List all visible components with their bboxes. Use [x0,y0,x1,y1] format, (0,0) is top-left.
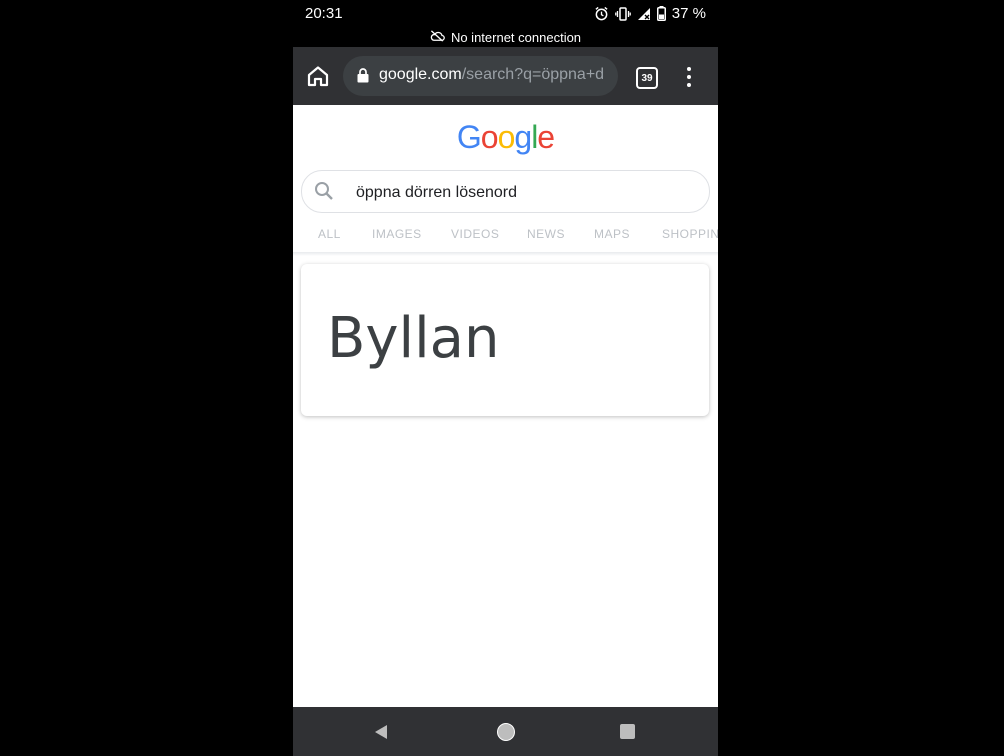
answer-text: Byllan [327,306,500,371]
tabs-divider [293,252,718,256]
connection-notice-text: No internet connection [450,30,582,45]
tab-videos[interactable]: VIDEOS [451,227,499,241]
answer-card: Byllan [301,264,709,416]
google-logo-letter: G [456,119,482,155]
status-time: 20:31 [305,5,343,22]
tab-maps[interactable]: MAPS [594,227,630,241]
status-icons: 37 % [594,5,706,22]
google-logo-letter: e [537,119,555,155]
alarm-icon [594,6,609,21]
system-nav-bar [293,707,718,756]
address-bar[interactable]: google.com/search?q=öppna+d [343,56,618,96]
lock-icon [357,68,369,88]
tab-shopping[interactable]: SHOPPING [662,227,718,241]
web-page: Google ALL IMAGES VIDEOS NEWS MAPS SHOPP… [293,105,718,707]
tab-images[interactable]: IMAGES [372,227,422,241]
tab-all[interactable]: ALL [318,227,341,241]
url-text: google.com/search?q=öppna+d [379,66,604,84]
cloud-off-icon [430,30,445,45]
battery-level: 37 % [671,5,706,22]
menu-button[interactable] [681,67,697,87]
battery-icon [656,6,666,21]
menu-dot [687,83,691,87]
status-bar: 20:31 37 % [293,0,718,28]
vibrate-icon [614,6,631,21]
menu-dot [687,67,691,71]
google-logo-letter: g [514,119,532,155]
no-signal-icon [637,7,651,21]
home-icon [307,66,329,87]
tab-switcher-button[interactable]: 39 [636,67,658,89]
search-box[interactable] [301,170,710,214]
phone-screen: 20:31 37 % No internet connection google… [293,0,718,756]
tab-news[interactable]: NEWS [527,227,565,241]
browser-toolbar: google.com/search?q=öppna+d 39 [293,47,718,105]
url-path: /search?q=öppna+d [461,66,605,83]
nav-home-button[interactable] [497,723,515,741]
home-button[interactable] [305,63,331,89]
menu-dot [687,75,691,79]
search-tabs: ALL IMAGES VIDEOS NEWS MAPS SHOPPING [293,225,718,249]
google-logo[interactable]: Google [293,119,718,156]
recents-button[interactable] [620,724,635,739]
search-input[interactable] [354,171,698,214]
search-icon[interactable] [314,181,334,206]
google-logo-letter: o [480,119,499,155]
back-button[interactable] [373,724,389,745]
tab-count: 39 [641,72,653,84]
url-domain: google.com [379,66,462,83]
google-logo-letter: o [497,119,516,155]
connection-notice: No internet connection [293,28,718,47]
back-icon [375,725,387,739]
